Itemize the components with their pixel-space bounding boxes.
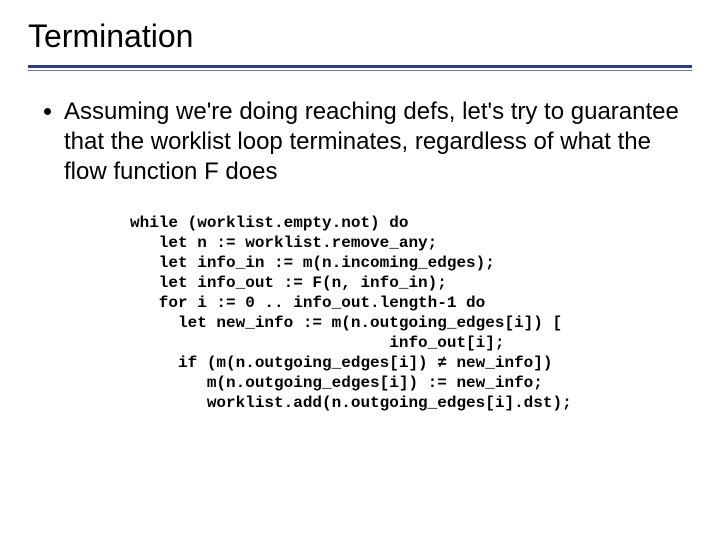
bullet-dot-icon	[44, 108, 51, 115]
code-line: let new_info := m(n.outgoing_edges[i]) [	[130, 314, 562, 332]
code-line: worklist.add(n.outgoing_edges[i].dst);	[130, 394, 572, 412]
code-line: let info_in := m(n.incoming_edges);	[130, 254, 495, 272]
code-line: let n := worklist.remove_any;	[130, 234, 437, 252]
title-underline-thick	[28, 65, 692, 68]
slide-title: Termination	[28, 18, 692, 61]
code-line: m(n.outgoing_edges[i]) := new_info;	[130, 374, 543, 392]
slide: Termination Assuming we're doing reachin…	[0, 0, 720, 540]
code-line: if (m(n.outgoing_edges[i]) ≠ new_info])	[130, 354, 552, 372]
title-underline	[28, 65, 692, 71]
code-line: let info_out := F(n, info_in);	[130, 274, 447, 292]
code-block: while (worklist.empty.not) do let n := w…	[130, 213, 686, 413]
code-line: for i := 0 .. info_out.length-1 do	[130, 294, 485, 312]
slide-body: Assuming we're doing reaching defs, let'…	[28, 97, 692, 413]
bullet-text: Assuming we're doing reaching defs, let'…	[64, 97, 686, 187]
title-underline-thin	[28, 70, 692, 71]
bullet-item: Assuming we're doing reaching defs, let'…	[44, 97, 686, 187]
code-line: info_out[i];	[130, 334, 504, 352]
code-line: while (worklist.empty.not) do	[130, 214, 408, 232]
